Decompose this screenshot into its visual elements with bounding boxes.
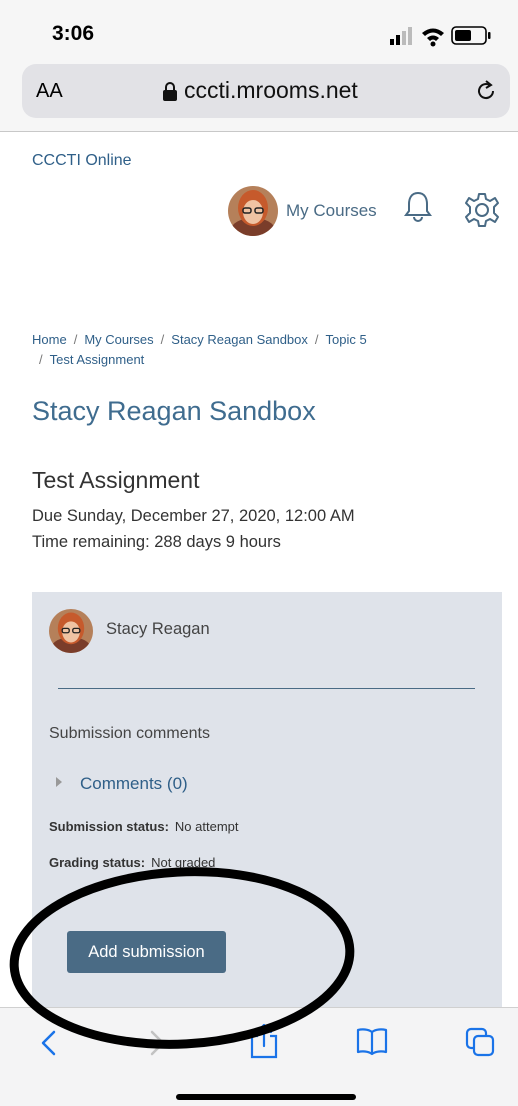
battery-icon [451,26,491,45]
divider [58,688,475,689]
back-icon[interactable] [36,1028,64,1058]
tabs-icon[interactable] [464,1026,496,1058]
signal-icon [390,27,412,45]
bookmarks-icon[interactable] [356,1026,388,1056]
breadcrumb: Home / My Courses / Stacy Reagan Sandbox / Top… [32,330,432,370]
grading-status-row: Grading status: Not graded [49,855,215,870]
due-date: Due Sunday, December 27, 2020, 12:00 AM [32,507,355,525]
my-courses-link[interactable]: My Courses [286,201,377,221]
browser-address-area: AA cccti.mrooms.net [0,60,518,132]
breadcrumb-separator: / [160,332,165,347]
breadcrumb-my-courses[interactable]: My Courses [84,332,153,347]
comments-toggle-label: Comments (0) [80,774,188,793]
breadcrumb-topic[interactable]: Topic 5 [326,332,367,347]
breadcrumb-home[interactable]: Home [32,332,67,347]
submission-status-value: No attempt [174,819,239,834]
browser-toolbar [0,1007,518,1106]
status-bar: 3:06 [0,0,518,60]
add-submission-button[interactable]: Add submission [67,931,226,973]
reload-icon[interactable] [474,79,498,103]
expand-triangle-icon [56,777,62,787]
status-icons [390,26,491,47]
breadcrumb-separator: / [314,332,319,347]
wifi-icon [422,28,444,47]
submission-comments-heading: Submission comments [49,725,210,742]
gear-icon[interactable] [464,192,500,228]
home-indicator [176,1094,356,1100]
address-bar[interactable]: AA cccti.mrooms.net [22,64,510,118]
breadcrumb-separator: / [39,352,43,367]
share-icon[interactable] [248,1022,280,1060]
submission-status-label: Submission status: [49,819,169,834]
student-name: Stacy Reagan [106,620,210,638]
user-avatar[interactable] [228,186,278,236]
grading-status-value: Not graded [151,855,216,870]
grading-status-label: Grading status: [49,855,146,870]
breadcrumb-separator: / [73,332,78,347]
student-avatar [49,609,93,653]
forward-icon[interactable] [142,1028,170,1058]
url-domain[interactable]: cccti.mrooms.net [184,77,358,104]
text-size-button[interactable]: AA [36,80,63,103]
bell-icon[interactable] [403,190,433,222]
lock-icon [163,82,177,101]
comments-toggle[interactable]: Comments (0) [56,774,188,794]
breadcrumb-assignment[interactable]: Test Assignment [50,352,145,367]
assignment-title: Test Assignment [32,467,200,493]
breadcrumb-course[interactable]: Stacy Reagan Sandbox [171,332,308,347]
status-time: 3:06 [52,22,95,45]
course-title: Stacy Reagan Sandbox [32,396,316,426]
time-remaining: Time remaining: 288 days 9 hours [32,533,281,551]
site-name-link[interactable]: CCCTI Online [32,152,132,170]
submission-status-row: Submission status: No attempt [49,819,239,834]
